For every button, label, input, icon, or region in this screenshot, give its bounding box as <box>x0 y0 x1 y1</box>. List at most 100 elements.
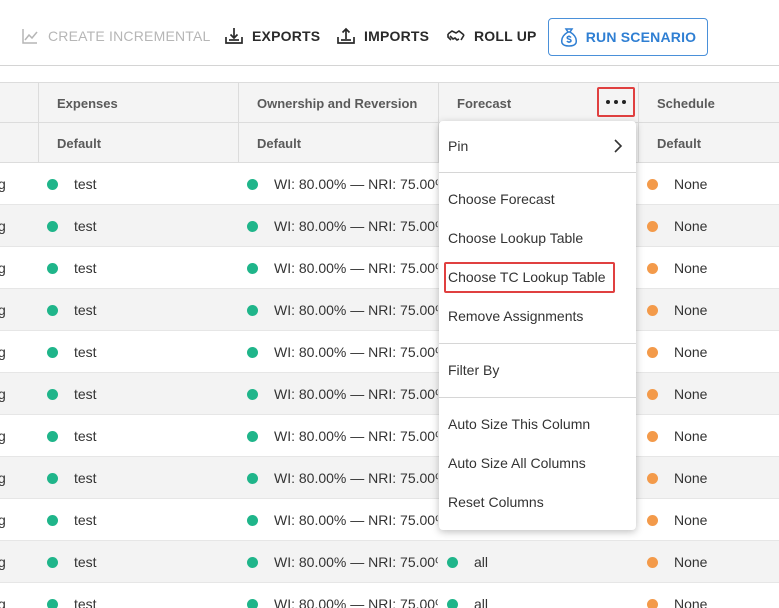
table-row[interactable]: g test WI: 80.00% — NRI: 75.00% None <box>0 331 779 373</box>
roll-up-button[interactable]: ROLL UP <box>446 24 537 48</box>
status-dot <box>647 514 658 526</box>
menu-item-remove-assignments[interactable]: Remove Assignments <box>439 301 636 331</box>
cell-col0[interactable]: g <box>0 541 38 583</box>
status-dot <box>247 472 258 484</box>
cell-ownership[interactable]: WI: 80.00% — NRI: 75.00% <box>238 499 438 541</box>
status-dot <box>647 346 658 358</box>
cell-schedule[interactable]: None <box>638 331 779 373</box>
cell-schedule[interactable]: None <box>638 163 779 205</box>
cell-ownership[interactable]: WI: 80.00% — NRI: 75.00% <box>238 247 438 289</box>
cell-schedule-text: None <box>674 470 708 486</box>
cell-expenses[interactable]: test <box>38 457 238 499</box>
cell-schedule[interactable]: None <box>638 583 779 608</box>
cell-expenses[interactable]: test <box>38 163 238 205</box>
cell-ownership-text: WI: 80.00% — NRI: 75.00% <box>274 218 438 234</box>
cell-schedule[interactable]: None <box>638 541 779 583</box>
exports-button[interactable]: EXPORTS <box>224 24 320 48</box>
cell-col0[interactable]: g <box>0 331 38 373</box>
column-subheader-0[interactable] <box>0 123 38 163</box>
table-row[interactable]: g test WI: 80.00% — NRI: 75.00% None <box>0 247 779 289</box>
table-row[interactable]: g test WI: 80.00% — NRI: 75.00% None <box>0 373 779 415</box>
menu-item-choose-lookup-table[interactable]: Choose Lookup Table <box>439 223 636 253</box>
table-row[interactable]: g test WI: 80.00% — NRI: 75.00% None <box>0 457 779 499</box>
cell-ownership[interactable]: WI: 80.00% — NRI: 75.00% <box>238 415 438 457</box>
column-header-0[interactable] <box>0 83 38 123</box>
table-row[interactable]: g test WI: 80.00% — NRI: 75.00% all None <box>0 583 779 608</box>
cell-col0[interactable]: g <box>0 373 38 415</box>
column-subheader-expenses[interactable]: Default <box>38 123 238 163</box>
cell-col0[interactable]: g <box>0 163 38 205</box>
cell-col0[interactable]: g <box>0 247 38 289</box>
cell-ownership[interactable]: WI: 80.00% — NRI: 75.00% <box>238 331 438 373</box>
status-dot <box>47 304 58 316</box>
status-dot <box>247 430 258 442</box>
cell-ownership-text: WI: 80.00% — NRI: 75.00% <box>274 344 438 360</box>
cell-forecast[interactable]: all <box>438 583 638 608</box>
table-row[interactable]: g test WI: 80.00% — NRI: 75.00% None <box>0 205 779 247</box>
table-row[interactable]: g test WI: 80.00% — NRI: 75.00% None <box>0 163 779 205</box>
cell-expenses[interactable]: test <box>38 415 238 457</box>
cell-ownership[interactable]: WI: 80.00% — NRI: 75.00% <box>238 289 438 331</box>
forecast-column-menu-button[interactable] <box>597 87 635 117</box>
menu-item-choose-forecast[interactable]: Choose Forecast <box>439 184 636 214</box>
cell-ownership[interactable]: WI: 80.00% — NRI: 75.00% <box>238 373 438 415</box>
cell-schedule[interactable]: None <box>638 457 779 499</box>
cell-ownership[interactable]: WI: 80.00% — NRI: 75.00% <box>238 163 438 205</box>
cell-forecast[interactable]: all <box>438 541 638 583</box>
chevron-right-icon <box>614 139 623 153</box>
cell-col0[interactable]: g <box>0 289 38 331</box>
menu-item-filter-by[interactable]: Filter By <box>439 355 636 385</box>
cell-schedule[interactable]: None <box>638 373 779 415</box>
status-dot <box>247 304 258 316</box>
cell-schedule[interactable]: None <box>638 205 779 247</box>
cell-col0-text: g <box>0 386 6 402</box>
cell-schedule-text: None <box>674 428 708 444</box>
cell-schedule[interactable]: None <box>638 415 779 457</box>
imports-button[interactable]: IMPORTS <box>336 24 429 48</box>
cell-schedule-text: None <box>674 176 708 192</box>
run-scenario-button[interactable]: RUN SCENARIO <box>548 18 708 56</box>
column-subheader-ownership[interactable]: Default <box>238 123 438 163</box>
cell-col0[interactable]: g <box>0 583 38 608</box>
cell-col0[interactable]: g <box>0 457 38 499</box>
cell-schedule[interactable]: None <box>638 289 779 331</box>
cell-expenses[interactable]: test <box>38 289 238 331</box>
cell-col0[interactable]: g <box>0 499 38 541</box>
status-dot <box>647 430 658 442</box>
column-header-row: Expenses Ownership and Reversion Forecas… <box>0 83 779 123</box>
cell-expenses[interactable]: test <box>38 205 238 247</box>
create-incremental-button[interactable]: CREATE INCREMENTAL <box>20 24 211 48</box>
column-header-ownership[interactable]: Ownership and Reversion <box>238 83 438 123</box>
menu-item-auto-size-this-column[interactable]: Auto Size This Column <box>439 409 636 439</box>
cell-ownership-text: WI: 80.00% — NRI: 75.00% <box>274 428 438 444</box>
status-dot <box>47 472 58 484</box>
cell-expenses-text: test <box>74 302 97 318</box>
column-header-schedule[interactable]: Schedule <box>638 83 779 123</box>
cell-col0[interactable]: g <box>0 415 38 457</box>
column-header-expenses[interactable]: Expenses <box>38 83 238 123</box>
cell-schedule[interactable]: None <box>638 247 779 289</box>
table-row[interactable]: g test WI: 80.00% — NRI: 75.00% None <box>0 499 779 541</box>
cell-expenses[interactable]: test <box>38 331 238 373</box>
table-row[interactable]: g test WI: 80.00% — NRI: 75.00% all None <box>0 541 779 583</box>
table-row[interactable]: g test WI: 80.00% — NRI: 75.00% None <box>0 289 779 331</box>
column-subheader-schedule[interactable]: Default <box>638 123 779 163</box>
cell-expenses[interactable]: test <box>38 247 238 289</box>
cell-expenses[interactable]: test <box>38 583 238 608</box>
cell-ownership[interactable]: WI: 80.00% — NRI: 75.00% <box>238 583 438 608</box>
table-row[interactable]: g test WI: 80.00% — NRI: 75.00% None <box>0 415 779 457</box>
cell-expenses-text: test <box>74 344 97 360</box>
cell-expenses[interactable]: test <box>38 373 238 415</box>
menu-item-auto-size-all-columns[interactable]: Auto Size All Columns <box>439 448 636 478</box>
cell-expenses[interactable]: test <box>38 541 238 583</box>
cell-ownership[interactable]: WI: 80.00% — NRI: 75.00% <box>238 205 438 247</box>
cell-ownership[interactable]: WI: 80.00% — NRI: 75.00% <box>238 541 438 583</box>
cell-schedule-text: None <box>674 260 708 276</box>
cell-schedule[interactable]: None <box>638 499 779 541</box>
cell-col0[interactable]: g <box>0 205 38 247</box>
menu-item-reset-columns[interactable]: Reset Columns <box>439 487 636 517</box>
cell-ownership-text: WI: 80.00% — NRI: 75.00% <box>274 386 438 402</box>
cell-ownership[interactable]: WI: 80.00% — NRI: 75.00% <box>238 457 438 499</box>
cell-expenses[interactable]: test <box>38 499 238 541</box>
menu-item-pin[interactable]: Pin <box>439 131 636 161</box>
